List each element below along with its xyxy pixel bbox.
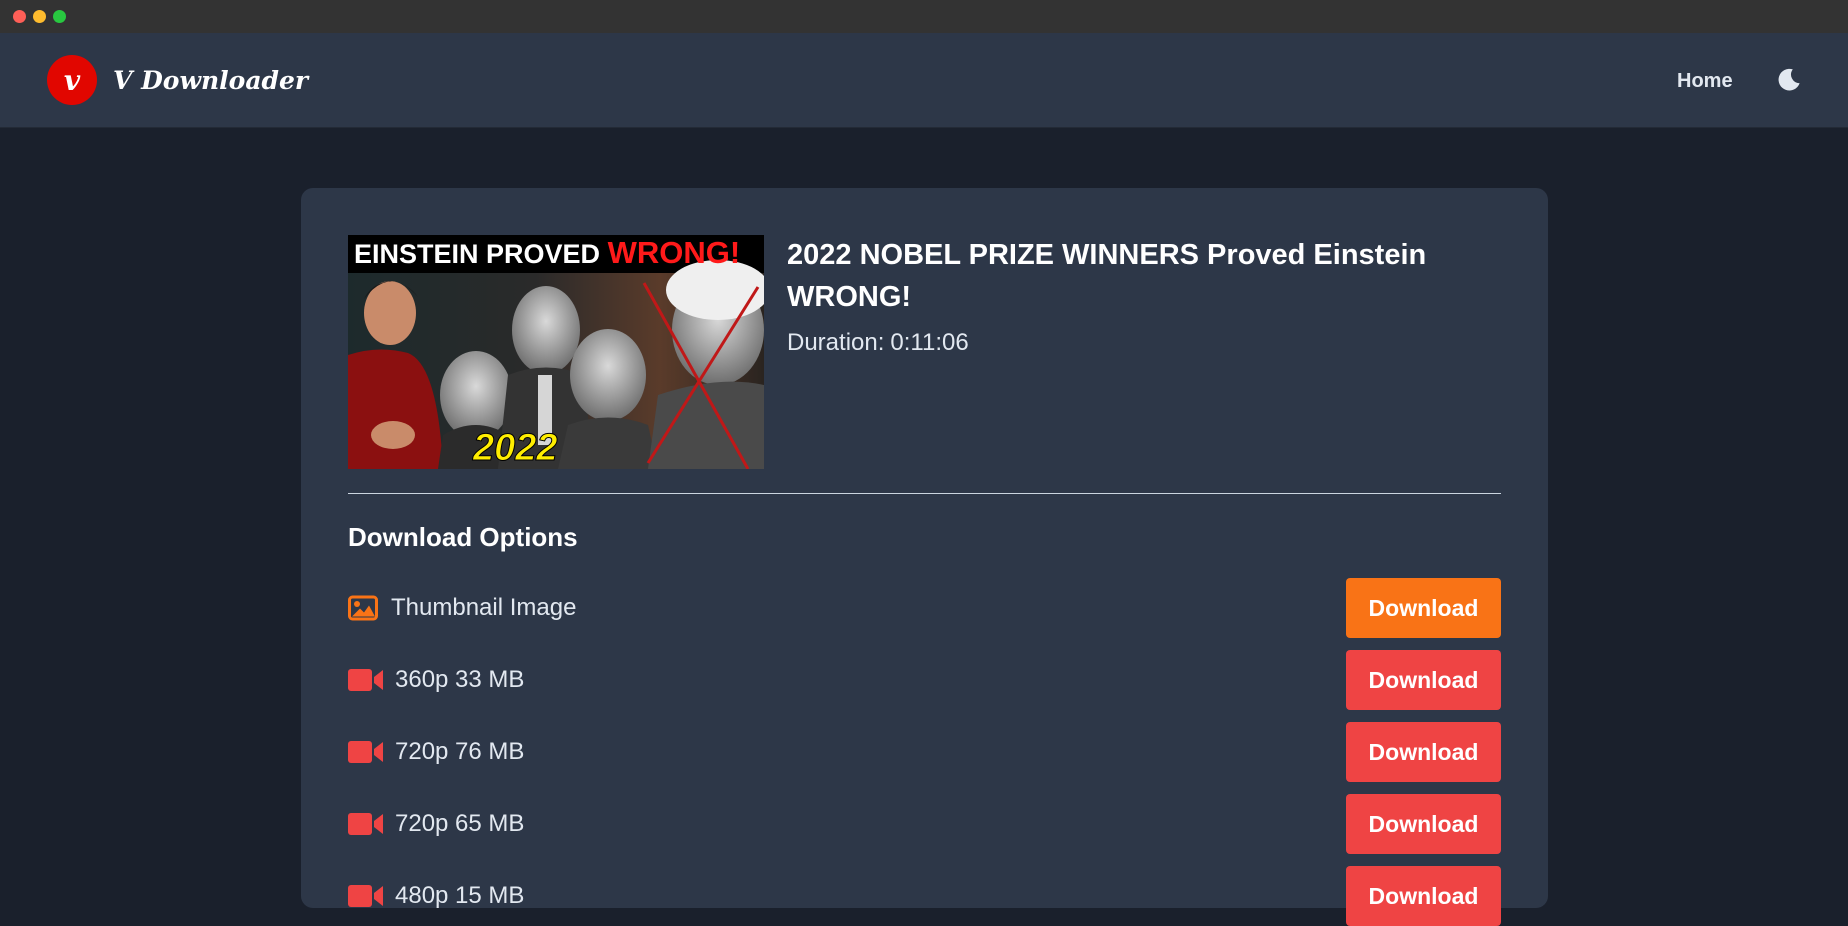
- maximize-window-button[interactable]: [53, 10, 66, 23]
- option-label: Thumbnail Image: [391, 594, 577, 621]
- download-720p-alt-button[interactable]: Download: [1346, 794, 1501, 854]
- video-camera-icon: [348, 812, 384, 836]
- video-camera-icon: [348, 740, 384, 764]
- image-icon: [348, 595, 378, 621]
- thumbnail-year: 2022: [472, 427, 558, 469]
- option-label: 720p 65 MB: [395, 810, 525, 837]
- window-titlebar: [0, 0, 1848, 33]
- download-720p-button[interactable]: Download: [1346, 722, 1501, 782]
- divider: [348, 493, 1501, 494]
- moon-icon: [1778, 68, 1800, 91]
- navbar: v V Downloader Home: [0, 33, 1848, 128]
- thumbnail-headline-red: WRONG!: [608, 235, 741, 270]
- option-label: 480p 15 MB: [395, 882, 525, 909]
- video-card: EINSTEIN PROVED WRONG! 2022 2022 NOBEL P…: [301, 188, 1548, 926]
- theme-toggle-button[interactable]: [1772, 63, 1806, 97]
- close-window-button[interactable]: [13, 10, 26, 23]
- thumbnail-headline-white: EINSTEIN PROVED: [354, 239, 600, 269]
- video-duration: Duration: 0:11:06: [787, 328, 969, 358]
- download-option-row: 360p 33 MB Download: [348, 650, 1501, 710]
- video-camera-icon: [348, 884, 384, 908]
- logo-letter: v: [63, 63, 81, 97]
- download-360p-button[interactable]: Download: [1346, 650, 1501, 710]
- option-label: 720p 76 MB: [395, 738, 525, 765]
- download-480p-button[interactable]: Download: [1346, 866, 1501, 926]
- video-title: 2022 NOBEL PRIZE WINNERS Proved Einstein…: [787, 239, 1427, 313]
- nav-link-home[interactable]: Home: [1677, 66, 1733, 96]
- download-option-row: 480p 15 MB Download: [348, 866, 1501, 926]
- download-option-row: 720p 65 MB Download: [348, 794, 1501, 854]
- minimize-window-button[interactable]: [33, 10, 46, 23]
- download-option-row: 720p 76 MB Download: [348, 722, 1501, 782]
- duration-value: 0:11:06: [890, 329, 969, 356]
- brand-name[interactable]: V Downloader: [113, 63, 308, 99]
- video-thumbnail[interactable]: EINSTEIN PROVED WRONG! 2022: [348, 235, 764, 469]
- option-label: 360p 33 MB: [395, 666, 525, 693]
- logo-icon[interactable]: v: [47, 55, 97, 105]
- duration-label: Duration:: [787, 329, 885, 356]
- download-thumbnail-button[interactable]: Download: [1346, 578, 1501, 638]
- video-camera-icon: [348, 668, 384, 692]
- download-option-row: Thumbnail Image Download: [348, 578, 1501, 638]
- download-options-title: Download Options: [348, 522, 578, 552]
- svg-text:EINSTEIN PROVED WRONG!: EINSTEIN PROVED WRONG!: [354, 235, 740, 270]
- thumbnail-image: EINSTEIN PROVED WRONG! 2022: [348, 235, 764, 469]
